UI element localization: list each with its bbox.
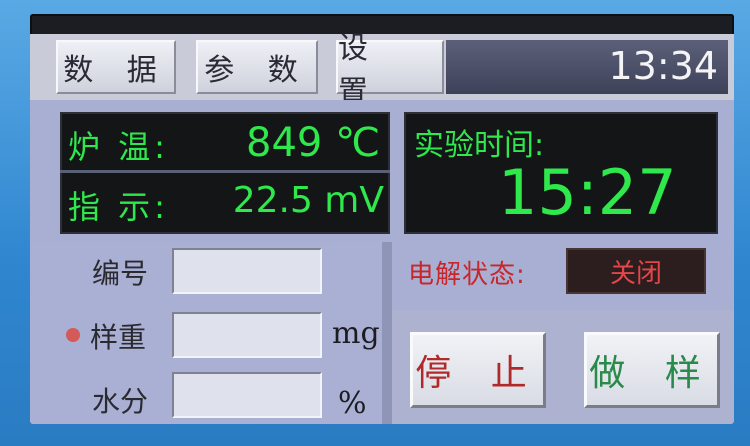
panel-divider bbox=[382, 242, 392, 424]
weight-unit: mg bbox=[332, 316, 380, 351]
weight-field[interactable] bbox=[172, 312, 322, 358]
tab-settings-label: 设 置 bbox=[338, 31, 380, 110]
readout-divider bbox=[60, 170, 390, 173]
tab-parameters[interactable]: 参 数 bbox=[196, 40, 318, 94]
moisture-label: 水分 bbox=[92, 385, 149, 418]
experiment-time-value: 15:27 bbox=[498, 156, 677, 229]
tab-data[interactable]: 数 据 bbox=[56, 40, 176, 94]
stop-button[interactable]: 停 止 bbox=[410, 332, 546, 408]
sample-button-label: 做 样 bbox=[589, 353, 715, 394]
touch-screen: 数 据 参 数 设 置 13:34 炉 温: 849 ℃ 指 示: 22.5 m… bbox=[30, 14, 734, 424]
indicator-value: 22.5 mV bbox=[232, 180, 384, 221]
furnace-readout-panel: 炉 温: 849 ℃ 指 示: 22.5 mV bbox=[60, 112, 390, 234]
electrolysis-status-text: 关闭 bbox=[609, 258, 662, 289]
tab-data-label: 数 据 bbox=[63, 53, 169, 88]
stop-button-label: 停 止 bbox=[415, 353, 541, 394]
moisture-unit: % bbox=[338, 386, 367, 421]
tab-settings[interactable]: 设 置 bbox=[336, 31, 444, 110]
id-field[interactable] bbox=[172, 248, 322, 294]
clock-time: 13:34 bbox=[608, 44, 718, 88]
sample-button[interactable]: 做 样 bbox=[584, 332, 720, 408]
tab-parameters-label: 参 数 bbox=[204, 53, 310, 88]
weight-indicator-dot bbox=[66, 328, 80, 342]
moisture-field[interactable] bbox=[172, 372, 322, 418]
indicator-label: 指 示: bbox=[68, 188, 169, 226]
electrolysis-status-label: 电解状态: bbox=[408, 260, 526, 290]
clock-bar: 13:34 bbox=[446, 40, 728, 94]
electrolysis-status-value: 关闭 bbox=[566, 248, 706, 294]
furnace-temp-label: 炉 温: bbox=[68, 128, 169, 166]
weight-label: 样重 bbox=[90, 321, 147, 354]
id-label: 编号 bbox=[92, 257, 149, 290]
furnace-temp-value: 849 ℃ bbox=[246, 120, 380, 166]
experiment-time-panel: 实验时间: 15:27 bbox=[404, 112, 718, 234]
